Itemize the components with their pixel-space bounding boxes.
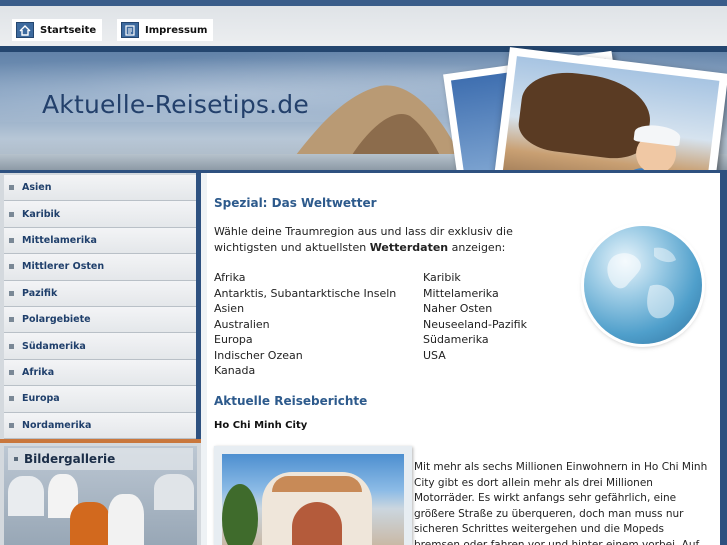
weather-region-link[interactable]: Südamerika xyxy=(423,332,527,348)
sidebar-item-nordamerika[interactable]: Nordamerika xyxy=(4,412,197,439)
camel-image xyxy=(515,67,655,163)
sidebar-item-suedamerika[interactable]: Südamerika xyxy=(4,333,197,360)
sidebar-item-pazifik[interactable]: Pazifik xyxy=(4,280,197,307)
sidebar-divider xyxy=(0,439,201,443)
bullet-icon xyxy=(9,290,14,296)
sidebar-item-label: Europa xyxy=(22,393,60,405)
gallery-title: Bildergallerie xyxy=(24,452,116,466)
sidebar-item-mittlerer-osten[interactable]: Mittlerer Osten xyxy=(4,254,197,281)
bullet-icon xyxy=(9,369,14,375)
sidebar-item-polargebiete[interactable]: Polargebiete xyxy=(4,306,197,334)
bullet-icon xyxy=(9,343,14,349)
sidebar-item-label: Afrika xyxy=(22,366,55,378)
sidebar-item-label: Polargebiete xyxy=(22,314,91,326)
impressum-link-label: Impressum xyxy=(145,24,208,36)
globe-icon xyxy=(584,226,702,344)
bullet-icon xyxy=(14,457,18,461)
intro-bold: Wetterdaten xyxy=(369,241,449,254)
top-bar: Startseite Impressum xyxy=(0,0,727,46)
bullet-icon xyxy=(9,422,14,428)
document-icon xyxy=(121,22,139,38)
sidebar-item-label: Pazifik xyxy=(22,287,58,299)
header-banner: Aktuelle-Reisetips.de xyxy=(0,46,727,170)
home-icon xyxy=(16,22,34,38)
gallery-panel[interactable]: Bildergallerie xyxy=(4,446,197,545)
weather-region-list-left: Afrika Antarktis, Subantarktische Inseln… xyxy=(214,270,396,379)
sidebar-item-karibik[interactable]: Karibik xyxy=(4,201,197,228)
sidebar-item-label: Asien xyxy=(22,182,52,194)
region-nav: Asien Karibik Mittelamerika Mittlerer Os… xyxy=(4,175,197,439)
weather-region-list-right: Karibik Mittelamerika Naher Osten Neusee… xyxy=(423,270,527,363)
bullet-icon xyxy=(9,237,14,243)
intro-text: Wähle deine Traumregion aus und lass dir… xyxy=(214,225,513,254)
sidebar-item-europa[interactable]: Europa xyxy=(4,386,197,413)
weather-region-link[interactable]: Afrika xyxy=(214,270,396,286)
sidebar-item-mittelamerika[interactable]: Mittelamerika xyxy=(4,227,197,255)
weather-region-link[interactable]: Mittelamerika xyxy=(423,286,527,302)
sidebar-item-afrika[interactable]: Afrika xyxy=(4,359,197,387)
sidebar-item-label: Mittelamerika xyxy=(22,234,97,246)
weather-region-link[interactable]: Karibik xyxy=(423,270,527,286)
sidebar-item-label: Nordamerika xyxy=(22,419,92,431)
gallery-title-bar: Bildergallerie xyxy=(8,448,193,470)
bullet-icon xyxy=(9,396,14,402)
bullet-icon xyxy=(9,317,14,323)
weather-region-link[interactable]: Kanada xyxy=(214,363,396,379)
weather-region-link[interactable]: Antarktis, Subantarktische Inseln xyxy=(214,286,396,302)
sidebar-item-label: Mittlerer Osten xyxy=(22,261,105,273)
weather-region-link[interactable]: Naher Osten xyxy=(423,301,527,317)
sidebar-item-label: Südamerika xyxy=(22,340,86,352)
bullet-icon xyxy=(9,211,14,217)
sidebar-item-label: Karibik xyxy=(22,208,61,220)
report-title[interactable]: Ho Chi Minh City xyxy=(214,420,307,431)
report-text: Mit mehr als sechs Millionen Einwohnern … xyxy=(414,461,708,545)
weather-region-link[interactable]: Asien xyxy=(214,301,396,317)
weather-region-link[interactable]: Neuseeland-Pazifik xyxy=(423,317,527,333)
weather-region-link[interactable]: Australien xyxy=(214,317,396,333)
site-title[interactable]: Aktuelle-Reisetips.de xyxy=(42,90,309,119)
spezial-heading: Spezial: Das Weltwetter xyxy=(214,196,377,210)
bullet-icon xyxy=(9,185,14,191)
bullet-icon xyxy=(9,264,14,270)
home-link-label: Startseite xyxy=(40,24,97,36)
gallery-image xyxy=(8,476,44,516)
main-edge xyxy=(720,173,727,545)
reports-heading: Aktuelle Reiseberichte xyxy=(214,394,368,408)
weather-region-link[interactable]: Indischer Ozean xyxy=(214,348,396,364)
sidebar-item-asien[interactable]: Asien xyxy=(4,175,197,202)
weather-region-link[interactable]: Europa xyxy=(214,332,396,348)
report-photo[interactable] xyxy=(214,446,412,545)
opera-house-image xyxy=(262,472,372,545)
impressum-link[interactable]: Impressum xyxy=(117,19,214,41)
home-link[interactable]: Startseite xyxy=(12,19,103,41)
weather-region-link[interactable]: USA xyxy=(423,348,527,364)
